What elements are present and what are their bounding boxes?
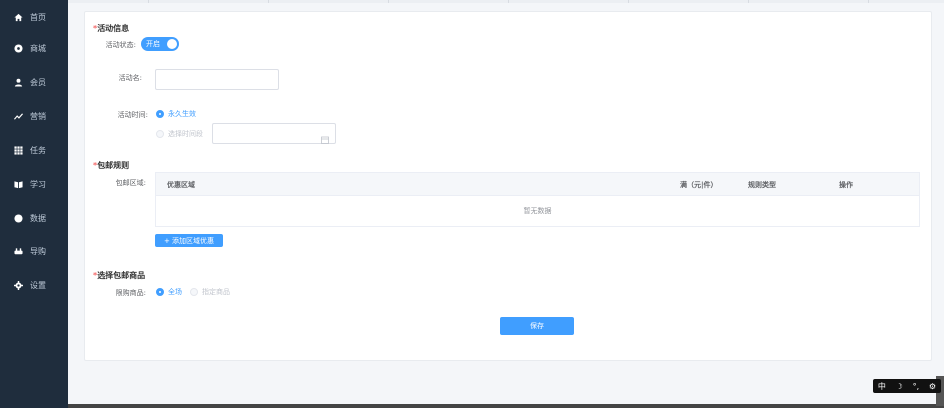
sidebar-item-label: 营销 — [30, 111, 46, 121]
sidebar-item-task[interactable]: 任务 — [0, 140, 68, 160]
radio-dot — [156, 110, 164, 118]
book-icon — [13, 179, 23, 189]
bottom-border — [68, 404, 944, 408]
sidebar-item-guide[interactable]: 导购 — [0, 241, 68, 261]
sidebar-item-label: 学习 — [30, 179, 46, 189]
moon-icon[interactable]: ☽ — [896, 382, 903, 391]
radio-specific[interactable]: 指定商品 — [190, 287, 230, 297]
radio-label: 指定商品 — [202, 288, 230, 296]
column-header: 满（元|件） — [680, 181, 718, 189]
sidebar: 首页 商城 会员 营销 任务 学习 数据 导购 设置 — [0, 0, 68, 408]
column-header: 优惠区域 — [167, 181, 195, 189]
radio-range[interactable]: 选择时间段 — [156, 129, 203, 139]
region-label: 包邮区域: — [115, 179, 146, 187]
sidebar-item-marketing[interactable]: 营销 — [0, 106, 68, 126]
column-header: 操作 — [839, 181, 853, 189]
add-region-button[interactable]: + 添加区域优惠 — [155, 234, 223, 247]
status-switch[interactable]: 开启 — [141, 37, 179, 51]
radio-dot — [190, 288, 198, 296]
section-title-text: 选择包邮商品 — [97, 271, 146, 280]
grid-icon — [13, 145, 23, 155]
tab-strip — [68, 0, 944, 3]
sidebar-item-label: 首页 — [30, 12, 46, 22]
sidebar-item-home[interactable]: 首页 — [0, 7, 68, 27]
data-icon — [13, 213, 23, 223]
sidebar-item-label: 数据 — [30, 213, 46, 223]
sidebar-item-label: 商城 — [30, 43, 46, 53]
switch-knob — [167, 39, 177, 49]
section-title-activity: *活动信息 — [93, 23, 129, 34]
mall-icon — [13, 43, 23, 53]
trend-icon — [13, 111, 23, 121]
activity-name-input[interactable] — [155, 69, 279, 90]
section-title-text: 活动信息 — [97, 24, 130, 33]
status-label: 活动状态: — [105, 41, 136, 49]
sidebar-item-settings[interactable]: 设置 — [0, 275, 68, 295]
column-header: 规则类型 — [748, 181, 776, 189]
sidebar-item-label: 导购 — [30, 246, 46, 256]
time-label: 活动时间: — [117, 111, 148, 119]
switch-text: 开启 — [146, 40, 160, 48]
sidebar-item-study[interactable]: 学习 — [0, 174, 68, 194]
ime-lang[interactable]: 中 — [878, 381, 886, 392]
sidebar-item-label: 会员 — [30, 77, 46, 87]
radio-dot — [156, 130, 164, 138]
section-title-text: 包邮规则 — [97, 161, 130, 170]
table-header: 优惠区域 满（元|件） 规则类型 操作 — [156, 173, 919, 196]
home-icon — [13, 12, 23, 22]
settings-icon[interactable]: ⚙ — [929, 382, 936, 391]
sidebar-item-label: 设置 — [30, 280, 46, 290]
calendar-icon — [321, 129, 329, 144]
empty-text: 暂无数据 — [523, 207, 552, 215]
date-range-picker[interactable] — [212, 123, 336, 144]
sidebar-item-mall[interactable]: 商城 — [0, 38, 68, 58]
punctuation-icon[interactable]: °, — [913, 382, 920, 391]
name-label: 活动名: — [118, 74, 142, 82]
sidebar-item-member[interactable]: 会员 — [0, 72, 68, 92]
guide-icon — [13, 246, 23, 256]
section-title-goods: *选择包邮商品 — [93, 270, 145, 281]
radio-label: 永久生效 — [168, 110, 196, 118]
limit-label: 限购商品: — [115, 289, 146, 297]
shipping-table: 优惠区域 满（元|件） 规则类型 操作 暂无数据 — [155, 172, 920, 227]
save-button[interactable]: 保存 — [500, 317, 574, 335]
sidebar-item-label: 任务 — [30, 145, 46, 155]
radio-label: 全场 — [168, 288, 182, 296]
radio-dot — [156, 288, 164, 296]
radio-forever[interactable]: 永久生效 — [156, 109, 196, 119]
radio-all[interactable]: 全场 — [156, 287, 182, 297]
member-icon — [13, 77, 23, 87]
radio-label: 选择时间段 — [168, 130, 203, 138]
section-title-shipping: *包邮规则 — [93, 160, 129, 171]
sidebar-item-data[interactable]: 数据 — [0, 208, 68, 228]
ime-toolbar[interactable]: 中 ☽ °, ⚙ — [873, 379, 941, 393]
gear-icon — [13, 280, 23, 290]
